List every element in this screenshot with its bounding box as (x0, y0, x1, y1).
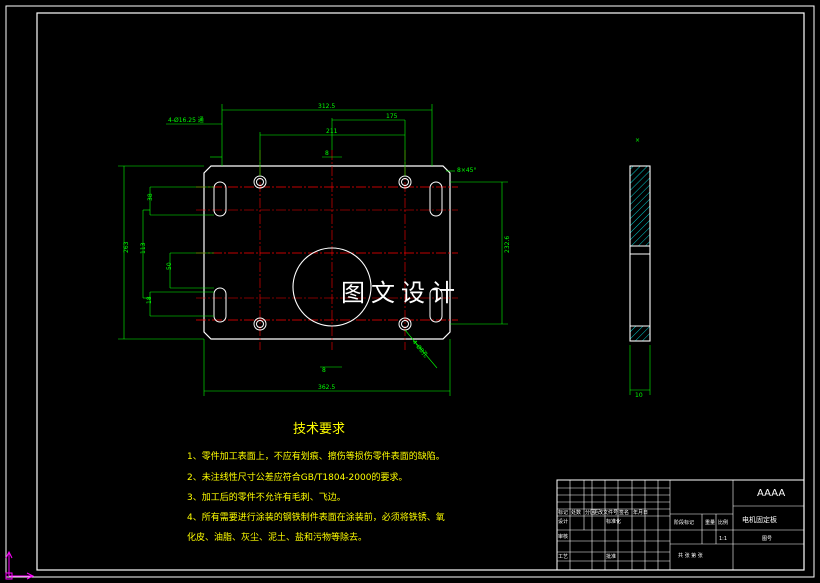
side-view-hatch-lower (629, 325, 651, 342)
side-view[interactable] (629, 165, 651, 342)
process-label: 工艺 (558, 554, 568, 560)
dim-height-total: 263 (123, 241, 130, 253)
drawing-no-label: 图号 (762, 536, 772, 542)
dim-width-bottom: 362.5 (318, 384, 335, 391)
tech-requirement-2: 2、未注线性尺寸公差应符合GB/T1804-2000的要求。 (187, 471, 407, 483)
dim-height-right: 232.6 (504, 236, 511, 253)
weight-label: 重量 (705, 519, 715, 526)
slot-bottom-left (213, 287, 227, 323)
scale-value: 1:1 (719, 536, 727, 542)
mark-label: 标记 (558, 509, 568, 516)
dim-middle-50: 50 (166, 262, 173, 270)
dim-span-top: 211 (326, 128, 338, 135)
dim-leader-note: 4-Ø8孔 (410, 338, 429, 359)
technical-requirements: 技术要求 1、零件加工表面上，不应有划痕、擦伤等损伤零件表面的缺陷。 2、未注线… (187, 422, 445, 543)
sign-label: 签名 (619, 509, 629, 516)
design-label: 设计 (558, 518, 568, 525)
watermark: 图文设计 (341, 279, 461, 307)
dim-width-top: 312.5 (318, 103, 335, 110)
side-view-hatch-upper (629, 165, 651, 247)
dim-holes: 4-Ø16.25 通 (168, 116, 204, 124)
tech-requirement-5: 化皮、油脂、灰尘、泥土、盐和污物等除去。 (187, 531, 367, 543)
side-view-mark: × (635, 137, 640, 144)
dim-slot-bottom: 8 (322, 367, 326, 374)
tech-requirement-4: 4、所有需要进行涂装的钢铁制件表面在涂装前，必须将铁锈、氧 (187, 511, 445, 523)
tech-requirements-title: 技术要求 (293, 422, 345, 437)
ucs-icon (5, 550, 35, 580)
dimensions (118, 104, 651, 396)
count-label: 处数 (571, 509, 581, 516)
dimension-texts: 4-Ø16.25 通 312.5 211 175 8 8×45° 263 38 … (123, 103, 643, 399)
approve-label: 批准 (606, 553, 616, 560)
sheet-label: 共 张 第 张 (678, 552, 703, 559)
cad-drawing-canvas[interactable]: 4-Ø16.25 通 312.5 211 175 8 8×45° 263 38 … (0, 0, 820, 583)
dim-slot-spacing-upper: 38 (147, 193, 154, 201)
stage-label: 阶段标记 (674, 519, 694, 526)
standard-label: 标准化 (606, 518, 621, 525)
front-view[interactable] (196, 150, 458, 350)
check-label: 审核 (558, 533, 568, 540)
change-label: 更改文件号 (593, 509, 618, 516)
dim-thickness: 10 (635, 392, 643, 399)
tech-requirement-3: 3、加工后的零件不允许有毛刺、飞边。 (187, 491, 346, 503)
part-name: 电机固定板 (742, 515, 777, 524)
dim-slot-top: 8 (325, 150, 329, 157)
company-name: AAAA (757, 488, 785, 499)
dim-slot-spacing-lower: 18 (146, 296, 153, 304)
dim-middle-113: 113 (140, 242, 147, 254)
date-label: 年月日 (633, 509, 648, 516)
dim-right-offset: 175 (386, 113, 398, 120)
scale-label: 比例 (718, 519, 728, 526)
tech-requirement-1: 1、零件加工表面上，不应有划痕、擦伤等损伤零件表面的缺陷。 (187, 450, 445, 462)
dim-chamfer: 8×45° (457, 167, 476, 174)
plate-outline (203, 165, 451, 340)
